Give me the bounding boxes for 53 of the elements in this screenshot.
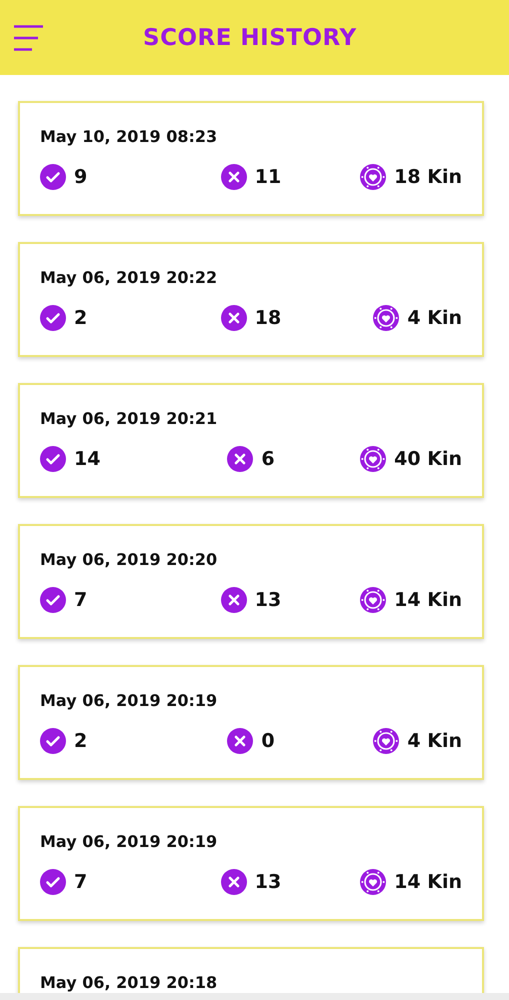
x-circle-icon [227,728,254,754]
heart-coin-icon [373,728,400,754]
date-time: May 10, 2019 08:23 [40,127,218,146]
kin-amount: 40 Kin [394,448,462,470]
check-circle-icon [40,446,66,472]
correct-count: 7 [74,589,88,611]
check-circle-icon [40,869,66,895]
heart-coin-icon [360,869,386,895]
x-circle-icon [220,587,247,613]
kin-amount: 14 Kin [394,871,462,893]
kin-amount: 18 Kin [394,166,462,188]
page-title: SCORE HISTORY [143,24,357,50]
heart-coin-icon [360,164,386,190]
date-time: May 06, 2019 20:19 [40,691,218,710]
heart-coin-icon [373,305,400,331]
x-circle-icon [220,305,247,331]
score-card[interactable]: May 06, 2019 20:22 2 18 4 Kin [18,242,484,357]
correct-count: 7 [74,871,88,893]
correct-count: 14 [74,448,100,470]
date-time: May 06, 2019 20:20 [40,550,218,569]
score-card[interactable]: May 06, 2019 20:19 2 0 4 Kin [18,665,484,780]
score-card[interactable]: May 06, 2019 20:19 7 13 14 Kin [18,806,484,921]
date-time: May 06, 2019 20:19 [40,832,218,851]
heart-coin-icon [360,587,386,613]
x-circle-icon [227,446,254,472]
correct-count: 9 [74,166,88,188]
check-circle-icon [40,728,66,754]
menu-button[interactable] [13,24,43,52]
kin-amount: 4 Kin [407,307,462,329]
check-circle-icon [40,587,66,613]
check-circle-icon [40,305,66,331]
menu-icon [13,24,43,52]
check-circle-icon [40,164,66,190]
kin-amount: 4 Kin [407,730,462,752]
date-time: May 06, 2019 20:22 [40,268,218,287]
wrong-count: 13 [254,871,282,893]
score-card[interactable]: May 10, 2019 08:23 9 11 18 Kin [18,101,484,216]
score-card[interactable]: May 06, 2019 20:18 [18,947,484,993]
score-card[interactable]: May 06, 2019 20:20 7 13 14 Kin [18,524,484,639]
kin-amount: 14 Kin [394,589,462,611]
date-time: May 06, 2019 20:21 [40,409,218,428]
heart-coin-icon [360,446,386,472]
date-time: May 06, 2019 20:18 [40,973,218,992]
wrong-count: 0 [261,730,275,752]
x-circle-icon [220,869,247,895]
x-circle-icon [220,164,247,190]
score-card[interactable]: May 06, 2019 20:21 14 6 40 Kin [18,383,484,498]
wrong-count: 18 [254,307,282,329]
wrong-count: 11 [254,166,282,188]
wrong-count: 13 [254,589,282,611]
correct-count: 2 [74,307,88,329]
correct-count: 2 [74,730,88,752]
wrong-count: 6 [261,448,275,470]
